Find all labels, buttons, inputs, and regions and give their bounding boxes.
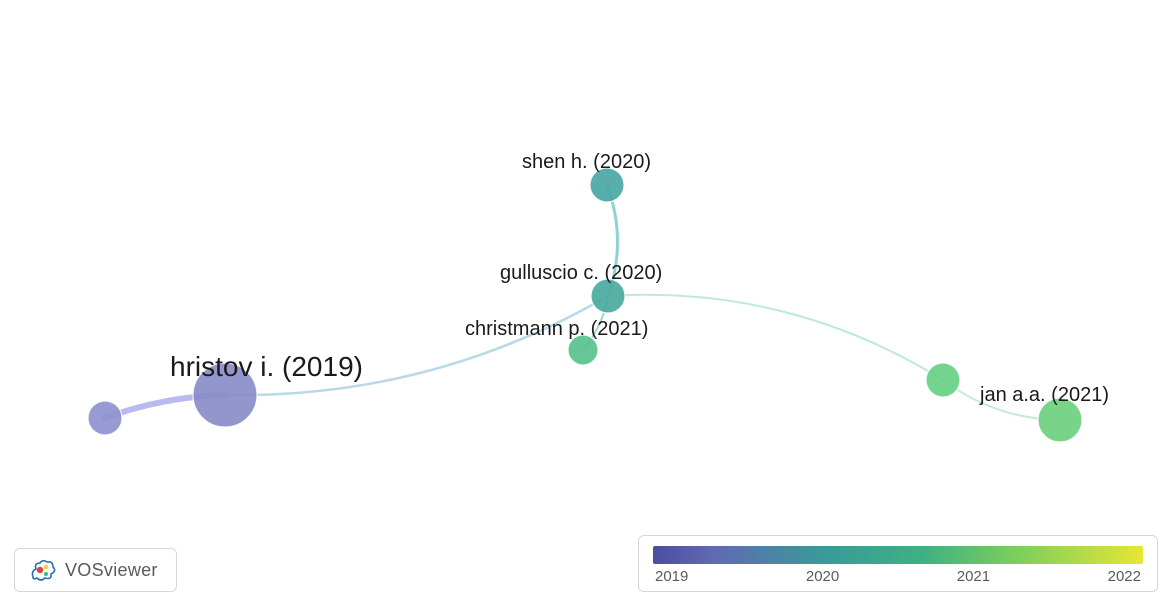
legend-tick: 2020 bbox=[806, 568, 839, 585]
vosviewer-icon bbox=[29, 557, 57, 583]
legend-gradient bbox=[653, 546, 1143, 564]
node-label: gulluscio c. (2020) bbox=[500, 262, 662, 285]
labels-layer: hristov i. (2019) shen h. (2020) gulluscio… bbox=[0, 0, 1172, 606]
legend-tick: 2019 bbox=[655, 568, 688, 585]
color-legend: 2019 2020 2021 2022 bbox=[638, 535, 1158, 592]
node-label: hristov i. (2019) bbox=[170, 351, 363, 383]
node-label: jan a.a. (2021) bbox=[980, 384, 1109, 407]
node-label: christmann p. (2021) bbox=[465, 318, 648, 341]
legend-ticks: 2019 2020 2021 2022 bbox=[653, 568, 1143, 585]
legend-tick: 2021 bbox=[957, 568, 990, 585]
legend-tick: 2022 bbox=[1108, 568, 1141, 585]
brand-logo[interactable]: VOSviewer bbox=[14, 548, 177, 592]
brand-label: VOSviewer bbox=[65, 560, 158, 581]
node-label: shen h. (2020) bbox=[522, 151, 651, 174]
